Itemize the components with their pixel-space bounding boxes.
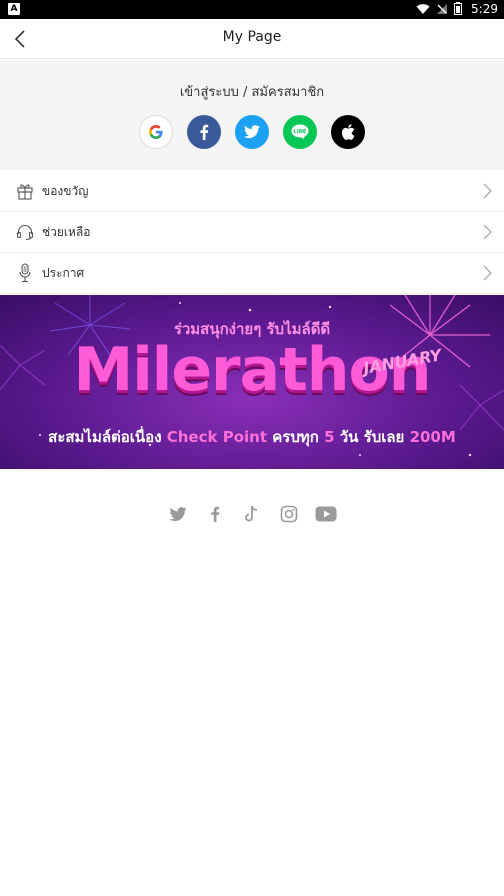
banner-desc-reward: 200M xyxy=(409,428,456,446)
clock: 5:29 xyxy=(471,2,498,16)
microphone-icon xyxy=(14,262,36,284)
svg-text:LINE: LINE xyxy=(294,129,307,135)
promo-banner[interactable]: ร่วมสนุกง่ายๆ รับไมล์ดีดี Milerathon JAN… xyxy=(0,295,504,469)
tiktok-follow-link[interactable] xyxy=(241,503,263,525)
menu-item-gift[interactable]: ของขวัญ xyxy=(0,171,504,212)
google-login-button[interactable] xyxy=(139,115,173,149)
banner-title: Milerathon xyxy=(73,335,432,405)
banner-desc-mid: ครบทุก xyxy=(272,428,319,446)
menu-item-label: ของขวัญ xyxy=(42,183,89,198)
banner-desc-unit: วัน รับเลย xyxy=(339,428,405,446)
menu-item-label: ประกาศ xyxy=(42,265,85,280)
youtube-icon xyxy=(315,506,337,522)
app-header: My Page xyxy=(0,19,504,59)
page-title: My Page xyxy=(222,29,282,45)
menu-item-label: ช่วยเหลือ xyxy=(42,224,91,239)
menu-list: ของขวัญ ช่วยเหลือ ประกาศ xyxy=(0,171,504,294)
banner-desc-prefix: สะสมไมล์ต่อเนื่อง xyxy=(48,428,162,446)
social-follow-links xyxy=(0,503,504,525)
facebook-login-button[interactable] xyxy=(187,115,221,149)
battery-icon xyxy=(454,2,462,15)
menu-item-announcement[interactable]: ประกาศ xyxy=(0,253,504,294)
twitter-icon xyxy=(244,125,260,139)
banner-desc-num: 5 xyxy=(324,428,335,446)
line-login-button[interactable]: LINE xyxy=(283,115,317,149)
tiktok-icon xyxy=(245,505,258,522)
twitter-follow-link[interactable] xyxy=(167,503,189,525)
twitter-icon xyxy=(169,506,187,521)
apple-login-button[interactable] xyxy=(331,115,365,149)
headset-icon xyxy=(14,221,36,243)
chevron-right-icon xyxy=(483,265,492,281)
login-section: เข้าสู่ระบบ / สมัครสมาชิก LINE xyxy=(0,60,504,170)
chevron-right-icon xyxy=(483,224,492,240)
status-icons xyxy=(416,2,462,15)
facebook-icon xyxy=(200,124,209,140)
banner-description: สะสมไมล์ต่อเนื่อง Check Point ครบทุก 5 ว… xyxy=(0,425,504,449)
instagram-icon xyxy=(280,505,298,523)
youtube-follow-link[interactable] xyxy=(315,503,337,525)
login-signup-link[interactable]: เข้าสู่ระบบ / สมัครสมาชิก xyxy=(0,81,504,102)
google-icon xyxy=(149,125,163,139)
chevron-right-icon xyxy=(483,183,492,199)
status-bar: A 5:29 xyxy=(0,0,504,19)
facebook-follow-link[interactable] xyxy=(204,503,226,525)
line-icon: LINE xyxy=(291,124,309,140)
social-login-buttons: LINE xyxy=(0,115,504,149)
no-signal-icon xyxy=(437,3,447,14)
app-notification-icon: A xyxy=(8,3,20,15)
twitter-login-button[interactable] xyxy=(235,115,269,149)
menu-item-help[interactable]: ช่วยเหลือ xyxy=(0,212,504,253)
facebook-icon xyxy=(211,506,220,522)
instagram-follow-link[interactable] xyxy=(278,503,300,525)
banner-desc-highlight: Check Point xyxy=(166,428,267,446)
gift-icon xyxy=(14,180,36,202)
apple-icon xyxy=(341,124,355,140)
wifi-icon xyxy=(416,3,430,14)
